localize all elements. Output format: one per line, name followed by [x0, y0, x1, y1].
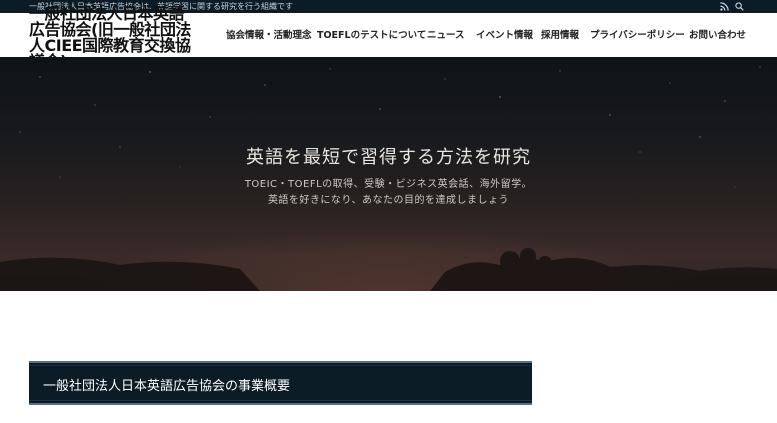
- section-heading-bar: 一般社団法人日本英語広告協会の事業概要: [29, 361, 532, 405]
- nav-item-news[interactable]: ニュース: [427, 30, 465, 42]
- nav-item-about[interactable]: 協会情報・活動理念: [226, 30, 312, 42]
- nav-item-contact[interactable]: お問い合わせ: [689, 30, 746, 42]
- site-header: 一般社団法人日本英語広告協会(旧一般社団法人CIEE国際教育交換協議会) 協会情…: [0, 6, 777, 57]
- section-title: 一般社団法人日本英語広告協会の事業概要: [43, 379, 291, 394]
- nav-item-events[interactable]: イベント情報: [476, 30, 533, 42]
- nav-item-privacy[interactable]: プライバシーポリシー: [590, 30, 685, 42]
- hero-subtitle-line2: 英語を好きになり、あなたの目的を達成しましょう: [267, 195, 510, 206]
- hero-banner: 英語を最短で習得する方法を研究 TOEIC・TOEFLの取得、受験・ビジネス英会…: [0, 57, 777, 291]
- main-nav: 協会情報・活動理念 TOEFLのテストについて ニュース イベント情報 採用情報…: [0, 30, 777, 42]
- search-icon[interactable]: [735, 2, 744, 11]
- hero-background-image: [0, 66, 777, 291]
- rss-icon[interactable]: [720, 2, 729, 11]
- nav-item-recruit[interactable]: 採用情報: [541, 30, 579, 42]
- nav-item-toefl[interactable]: TOEFLのテストについて: [317, 30, 426, 42]
- hero-title: 英語を最短で習得する方法を研究: [246, 147, 531, 168]
- hero-subtitle-line1: TOEIC・TOEFLの取得、受験・ビジネス英会話、海外留学。: [244, 179, 533, 190]
